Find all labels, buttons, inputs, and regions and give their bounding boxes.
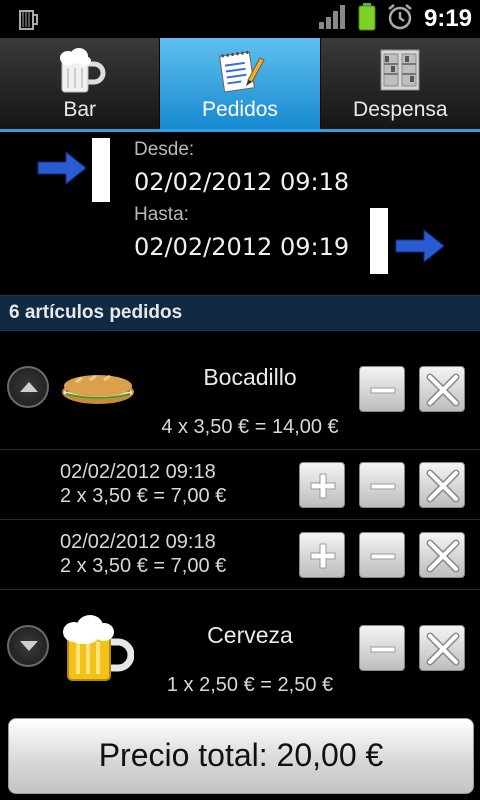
to-label: Hasta:	[134, 204, 189, 225]
decrease-button[interactable]	[359, 532, 405, 578]
beer-mug-icon	[52, 46, 108, 94]
product-row-bocadillo[interactable]: Bocadillo 4 x 3,50 € = 14,00 €	[0, 332, 480, 450]
entry-subtotal: 2 x 3,50 € = 7,00 €	[60, 485, 227, 507]
product-row-cerveza[interactable]: Cerveza 1 x 2,50 € = 2,50 €	[0, 590, 480, 710]
beer-mug-icon	[60, 614, 135, 688]
clock-time: 9:19	[423, 5, 472, 32]
entry-subtotal: 2 x 3,50 € = 7,00 €	[60, 555, 227, 577]
total-price-label: Precio total: 20,00 €	[98, 737, 384, 773]
tab-bar-bar[interactable]: Bar	[0, 38, 161, 129]
from-date-slider-handle[interactable]	[92, 138, 110, 202]
items-count-header: 6 artículos pedidos	[0, 295, 480, 331]
collapse-button[interactable]	[7, 366, 49, 408]
decrease-button[interactable]	[359, 462, 405, 508]
arrow-right-icon[interactable]	[36, 148, 88, 192]
product-name: Cerveza	[207, 622, 293, 648]
delete-button[interactable]	[419, 532, 465, 578]
tab-despensa[interactable]: Despensa	[320, 38, 480, 129]
decrease-button[interactable]	[359, 366, 405, 412]
cabinet-icon	[372, 46, 428, 94]
expand-button[interactable]	[7, 625, 49, 667]
arrow-right-icon[interactable]	[394, 226, 446, 270]
notepad-icon	[212, 46, 268, 94]
status-bar: 9:19	[0, 0, 480, 38]
battery-icon	[358, 3, 376, 35]
alarm-clock-icon	[386, 3, 414, 35]
from-label: Desde:	[134, 139, 195, 160]
entry-date: 02/02/2012 09:18	[60, 531, 216, 553]
total-price-button[interactable]: Precio total: 20,00 €	[8, 718, 474, 794]
signal-icon	[318, 4, 348, 34]
product-name: Bocadillo	[203, 364, 297, 390]
increase-button[interactable]	[299, 462, 345, 508]
delete-button[interactable]	[419, 462, 465, 508]
sandwich-icon	[60, 370, 136, 414]
from-date[interactable]: 02/02/2012 09:18	[134, 168, 349, 196]
product-subtotal: 1 x 2,50 € = 2,50 €	[166, 674, 334, 696]
tab-label: Bar	[63, 98, 96, 121]
increase-button[interactable]	[299, 532, 345, 578]
decrease-button[interactable]	[359, 625, 405, 671]
product-subtotal: 4 x 3,50 € = 14,00 €	[161, 416, 339, 438]
tab-bar: Bar Pedidos Despensa	[0, 38, 480, 132]
tab-label: Despensa	[353, 98, 448, 121]
order-entry-row[interactable]: 02/02/2012 09:18 2 x 3,50 € = 7,00 €	[0, 450, 480, 520]
items-count-label: 6 artículos pedidos	[9, 302, 183, 323]
entry-date: 02/02/2012 09:18	[60, 461, 216, 483]
to-date[interactable]: 02/02/2012 09:19	[134, 233, 349, 261]
to-date-slider-handle[interactable]	[370, 208, 388, 274]
tab-label: Pedidos	[202, 98, 278, 121]
order-entry-row[interactable]: 02/02/2012 09:18 2 x 3,50 € = 7,00 €	[0, 520, 480, 590]
delete-button[interactable]	[419, 366, 465, 412]
delete-button[interactable]	[419, 625, 465, 671]
beer-mug-icon	[18, 7, 40, 31]
tab-pedidos[interactable]: Pedidos	[160, 38, 321, 129]
